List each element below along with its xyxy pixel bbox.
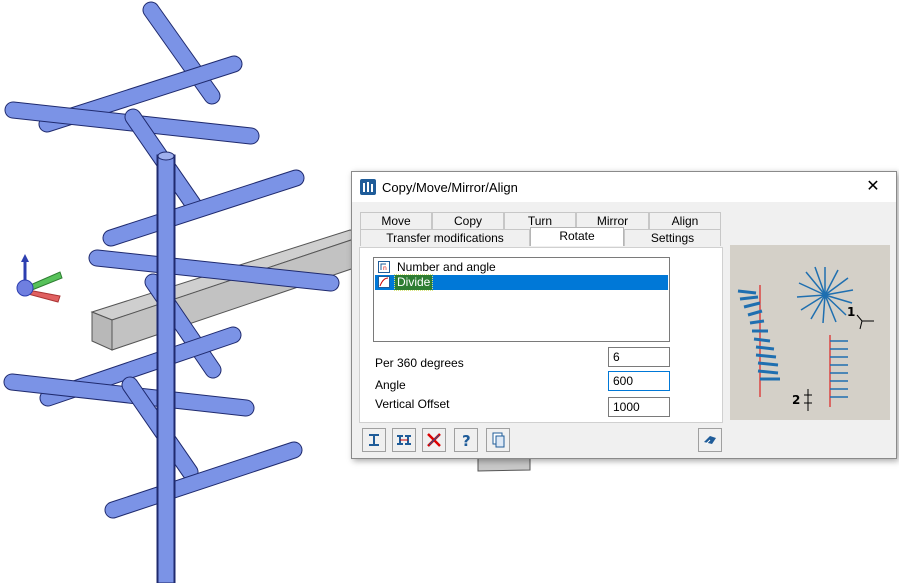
delete-x-icon (427, 433, 441, 447)
close-button[interactable]: ✕ (850, 172, 896, 202)
dialog-title: Copy/Move/Mirror/Align (382, 180, 518, 195)
per360-label: Per 360 degrees (375, 356, 464, 370)
svg-text:?: ? (462, 432, 471, 448)
list-item-label: Number and angle (397, 260, 496, 274)
vertical-offset-label: Vertical Offset (375, 397, 450, 411)
help-icon: ? (462, 432, 471, 448)
tab-settings[interactable]: Settings (624, 229, 721, 246)
copy-move-mirror-align-dialog: Copy/Move/Mirror/Align ✕ Move Copy Turn … (351, 171, 897, 459)
divide-icon (378, 276, 390, 288)
tab-copy[interactable]: Copy (432, 212, 504, 229)
rotate-mode-list[interactable]: n Number and angle Divide (373, 257, 670, 342)
delete-button[interactable] (422, 428, 446, 452)
app-icon (360, 179, 376, 195)
copy-doc-button[interactable] (486, 428, 510, 452)
list-item-label: Divide (393, 274, 434, 291)
dimension-button[interactable] (392, 428, 416, 452)
tab-transfer-modifications[interactable]: Transfer modifications (360, 229, 530, 246)
number-angle-icon: n (378, 261, 390, 273)
title-bar[interactable]: Copy/Move/Mirror/Align ✕ (352, 172, 896, 202)
apply-icon (704, 436, 716, 445)
preview-label-2: 2 (792, 393, 800, 407)
profile-i-icon (369, 434, 379, 446)
apply-button[interactable] (698, 428, 722, 452)
angle-input[interactable] (608, 371, 670, 391)
svg-text:n: n (383, 265, 387, 272)
vertical-offset-input[interactable] (608, 397, 670, 417)
rotate-preview-image: 1 2 (730, 245, 890, 420)
tab-row-2: Transfer modifications Rotate Settings (360, 227, 722, 246)
radial-fan (796, 266, 854, 324)
list-item-divide[interactable]: Divide (375, 274, 668, 291)
rotate-panel: n Number and angle Divide Per 360 degree… (359, 247, 723, 423)
tab-align[interactable]: Align (649, 212, 721, 229)
list-item-number-and-angle[interactable]: n Number and angle (375, 260, 668, 275)
preview-label-1: 1 (847, 305, 855, 319)
tab-rotate[interactable]: Rotate (530, 227, 624, 246)
axis-gizmo-icon[interactable] (16, 254, 63, 303)
angle-label: Angle (375, 378, 406, 392)
copy-doc-icon (492, 432, 505, 448)
tab-move[interactable]: Move (360, 212, 432, 229)
dimension-icon (397, 435, 411, 445)
profile-i-button[interactable] (362, 428, 386, 452)
help-button[interactable]: ? (454, 428, 478, 452)
per360-input[interactable] (608, 347, 670, 367)
